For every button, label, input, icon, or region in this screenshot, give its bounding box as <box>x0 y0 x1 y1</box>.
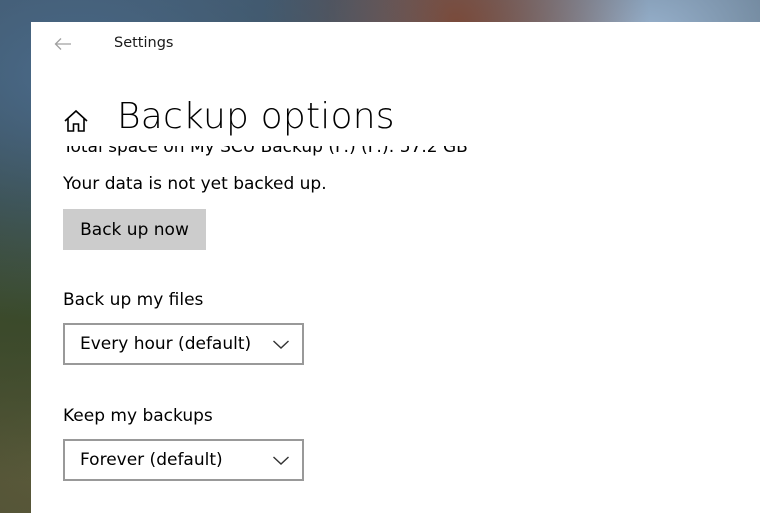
keep-backups-value: Forever (default) <box>80 450 223 470</box>
settings-window: Settings Backup options Total space on M… <box>31 22 760 513</box>
title-bar: Settings <box>31 22 760 66</box>
backup-status-text: Your data is not yet backed up. <box>63 174 327 194</box>
home-button[interactable] <box>61 106 91 136</box>
back-button[interactable] <box>49 30 77 58</box>
keep-backups-label: Keep my backups <box>63 406 213 426</box>
chevron-down-icon <box>273 456 289 465</box>
window-title: Settings <box>114 35 174 51</box>
backup-frequency-label: Back up my files <box>63 290 204 310</box>
page-header: Backup options <box>31 96 760 146</box>
backup-content: Total space on My SCU Backup (F:) (F:): … <box>63 146 760 513</box>
home-icon <box>64 109 88 132</box>
keep-backups-dropdown[interactable]: Forever (default) <box>63 439 304 481</box>
total-space-text: Total space on My SCU Backup (F:) (F:): … <box>63 146 468 157</box>
chevron-down-icon <box>273 340 289 349</box>
back-up-now-button[interactable]: Back up now <box>63 209 206 250</box>
backup-frequency-dropdown[interactable]: Every hour (default) <box>63 323 304 365</box>
total-space-line: Total space on My SCU Backup (F:) (F:): … <box>63 146 563 158</box>
page-title: Backup options <box>117 96 395 137</box>
backup-frequency-value: Every hour (default) <box>80 334 252 354</box>
back-arrow-icon <box>54 38 71 50</box>
